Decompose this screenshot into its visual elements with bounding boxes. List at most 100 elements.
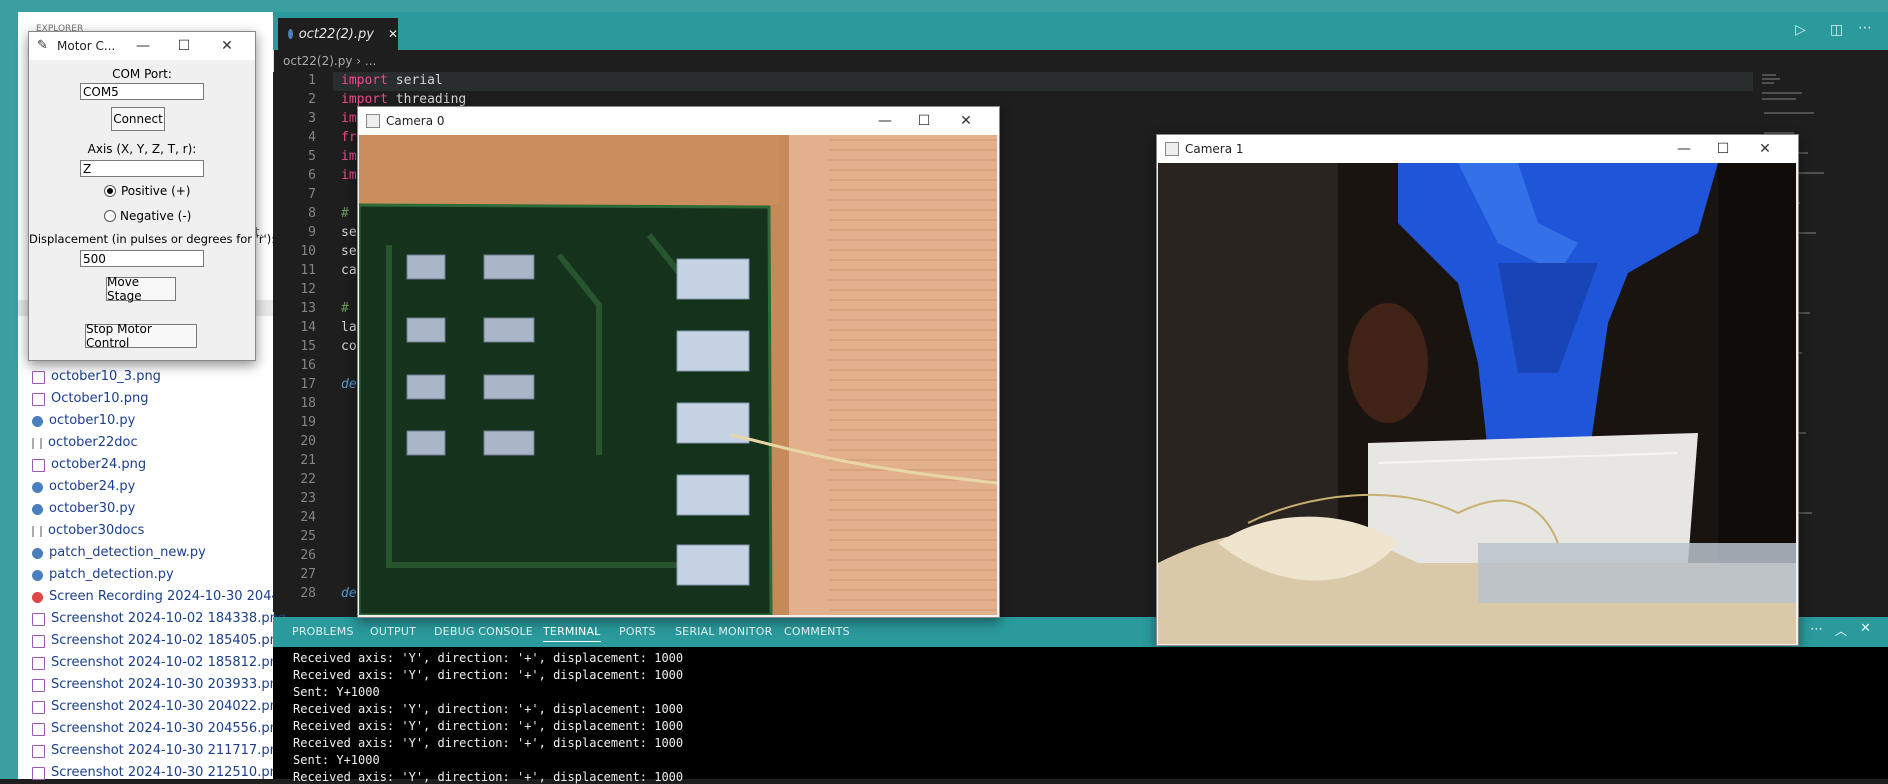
close-icon[interactable]: ✕	[388, 27, 398, 41]
close-icon[interactable]: ✕	[217, 36, 237, 56]
terminal-line: Sent: Y+1000	[293, 685, 380, 699]
camera-0-titlebar[interactable]: Camera 0 — ☐ ✕	[358, 107, 999, 135]
more-icon[interactable]: ⋯	[1858, 20, 1872, 36]
negative-radio[interactable]	[104, 210, 116, 222]
explorer-file-item[interactable]: patch_detection.py	[32, 564, 174, 586]
line-number: 15	[300, 339, 316, 354]
title-bar	[0, 0, 1888, 12]
line-number: 20	[300, 434, 316, 449]
image-file-icon	[32, 744, 45, 758]
recording-file-icon	[32, 591, 43, 603]
file-name: Screenshot 2024-10-30 204022.png	[51, 699, 287, 714]
code-line-14: la	[341, 320, 357, 335]
panel-tab-ports[interactable]: PORTS	[619, 625, 656, 638]
explorer-file-item[interactable]: Screenshot 2024-10-30 204022.png	[32, 696, 286, 718]
camera-0-title: Camera 0	[386, 114, 445, 128]
explorer-file-item[interactable]: Screenshot 2024-10-30 203933.png	[32, 674, 286, 696]
editor-tab[interactable]: oct22(2).py ✕	[278, 18, 398, 50]
explorer-file-item[interactable]: october30.py	[32, 498, 135, 520]
com-port-input[interactable]: COM5	[80, 83, 204, 100]
panel-tab-debug-console[interactable]: DEBUG CONSOLE	[434, 625, 533, 638]
line-number: 23	[300, 491, 316, 506]
editor-tab-bar	[273, 12, 1888, 50]
line-number: 4	[308, 130, 316, 145]
explorer-file-item[interactable]: Screenshot 2024-10-02 185812.png	[32, 652, 286, 674]
explorer-file-item[interactable]: october24.py	[32, 476, 135, 498]
connect-button[interactable]: Connect	[111, 107, 165, 131]
panel-tab-terminal[interactable]: TERMINAL	[543, 625, 601, 642]
line-number: 6	[308, 168, 316, 183]
stop-motor-control-button[interactable]: Stop Motor Control	[85, 322, 197, 350]
python-file-icon	[32, 481, 43, 493]
code-line-2: import threading	[341, 92, 467, 107]
explorer-file-item[interactable]: Screenshot 2024-10-30 211717.png	[32, 740, 286, 762]
python-file-icon	[32, 547, 43, 559]
explorer-file-item[interactable]: Screen Recording 2024-10-30 20442...	[32, 586, 300, 608]
explorer-file-item[interactable]: october24.png	[32, 454, 146, 476]
explorer-file-item[interactable]: Screenshot 2024-10-30 204556.png	[32, 718, 286, 740]
explorer-file-item[interactable]: october10_3.png	[32, 366, 161, 388]
line-number: 2	[308, 92, 316, 107]
split-editor-icon[interactable]: ◫	[1830, 22, 1843, 38]
minimize-icon[interactable]: —	[133, 36, 153, 56]
file-name: october24.py	[49, 479, 136, 494]
image-file-icon	[32, 700, 45, 714]
file-name: october24.png	[51, 457, 147, 472]
text-file-icon	[32, 525, 42, 537]
file-name: Screenshot 2024-10-02 185405.png	[51, 633, 287, 648]
maximize-icon[interactable]: ☐	[174, 36, 194, 56]
explorer-file-item[interactable]: october30docs	[32, 520, 144, 542]
file-name: october22doc	[48, 435, 138, 450]
run-icon[interactable]: ▷	[1795, 22, 1806, 38]
image-file-icon	[32, 766, 45, 780]
more-icon[interactable]: ⋯	[1810, 622, 1823, 637]
move-stage-button[interactable]: Move Stage	[106, 275, 176, 303]
camera-1-window[interactable]: Camera 1 — ☐ ✕	[1156, 134, 1799, 646]
line-number: 28	[300, 586, 316, 601]
explorer-file-item[interactable]: october10.py	[32, 410, 135, 432]
motor-control-window[interactable]: ✎ Motor C... — ☐ ✕ COM Port: COM5 Connec…	[28, 31, 275, 361]
line-number: 8	[308, 206, 316, 221]
explorer-file-item[interactable]: october22doc	[32, 432, 138, 454]
line-number: 7	[308, 187, 316, 202]
maximize-icon[interactable]: ☐	[914, 111, 934, 131]
close-icon[interactable]: ✕	[956, 111, 976, 131]
explorer-file-item[interactable]: Screenshot 2024-10-02 184338.png	[32, 608, 286, 630]
axis-input[interactable]: Z	[80, 160, 204, 177]
gripper-image	[1158, 163, 1796, 644]
breadcrumb[interactable]: oct22(2).py › ...	[283, 50, 376, 72]
close-panel-icon[interactable]: ✕	[1860, 621, 1871, 636]
explorer-file-item[interactable]: patch_detection_new.py	[32, 542, 206, 564]
positive-radio[interactable]	[104, 185, 116, 197]
code-line-11: ca	[341, 263, 357, 278]
panel-tab-serial-monitor[interactable]: SERIAL MONITOR	[675, 625, 772, 638]
line-number: 21	[300, 453, 316, 468]
close-icon[interactable]: ✕	[1755, 139, 1775, 159]
displacement-input[interactable]: 500	[80, 250, 204, 267]
explorer-file-item[interactable]: October10.png	[32, 388, 148, 410]
code-line-8: #	[341, 206, 349, 221]
panel-tab-problems[interactable]: PROBLEMS	[292, 625, 354, 638]
terminal-line: Received axis: 'Y', direction: '+', disp…	[293, 719, 684, 733]
camera-1-titlebar[interactable]: Camera 1 — ☐ ✕	[1157, 135, 1798, 163]
line-number: 13	[300, 301, 316, 316]
pcb-image	[359, 135, 997, 615]
explorer-file-item[interactable]: Screenshot 2024-10-02 185405.png	[32, 630, 286, 652]
camera-0-window[interactable]: Camera 0 — ☐ ✕	[357, 106, 1000, 618]
line-number: 11	[300, 263, 316, 278]
maximize-icon[interactable]: ☐	[1713, 139, 1733, 159]
panel-tab-output[interactable]: OUTPUT	[370, 625, 416, 638]
python-file-icon	[32, 503, 43, 515]
code-line-6: im	[341, 168, 357, 183]
minimize-icon[interactable]: —	[1674, 139, 1694, 159]
explorer-file-item[interactable]: Screenshot 2024-10-30 212510.png	[32, 762, 286, 784]
maximize-panel-icon[interactable]: ︿	[1835, 622, 1847, 639]
panel-tab-comments[interactable]: COMMENTS	[784, 625, 850, 638]
file-name: Screenshot 2024-10-30 203933.png	[51, 677, 287, 692]
file-name: October10.png	[51, 391, 149, 406]
motor-control-titlebar[interactable]: ✎ Motor C... — ☐ ✕	[29, 32, 255, 60]
negative-label: Negative (-)	[120, 209, 192, 223]
line-number: 9	[308, 225, 316, 240]
minimize-icon[interactable]: —	[875, 111, 895, 131]
image-file-icon	[32, 612, 45, 626]
